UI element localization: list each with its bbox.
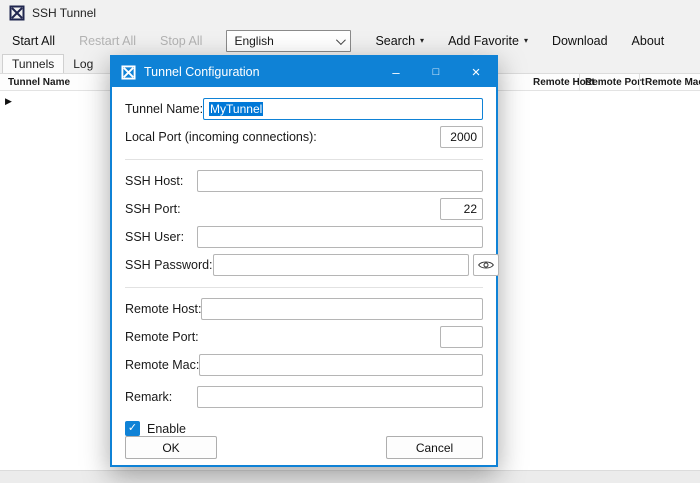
enable-checkbox[interactable]: ✓ [125,421,140,436]
close-button[interactable]: × [456,57,496,87]
remark-label: Remark: [125,390,173,404]
dialog-window-controls: – □ × [376,57,496,87]
remark-input[interactable] [197,386,483,408]
search-label: Search [375,34,416,48]
local-port-row: Local Port (incoming connections): [125,126,483,148]
remote-mac-row: Remote Mac: [125,354,483,376]
tunnel-name-row: Tunnel Name: MyTunnel [125,98,483,120]
ssh-password-label: SSH Password: [125,258,213,272]
remark-row: Remark: [125,386,483,408]
ssh-host-label: SSH Host: [125,174,184,188]
remote-host-input[interactable] [201,298,483,320]
tunnel-configuration-dialog: Tunnel Configuration – □ × Tunnel Name: … [110,55,499,467]
local-port-label: Local Port (incoming connections): [125,130,317,144]
stop-all-button[interactable]: Stop All [160,34,202,48]
ssh-port-row: SSH Port: [125,198,483,220]
remote-port-row: Remote Port: [125,326,483,348]
tab-log[interactable]: Log [64,55,102,73]
language-select[interactable]: English [226,30,352,52]
section-divider [125,159,483,160]
enable-label: Enable [147,421,186,436]
app-icon [9,5,25,21]
ssh-password-input[interactable] [212,254,469,276]
show-password-button[interactable] [472,254,499,276]
language-selected-value: English [234,34,274,48]
dialog-titlebar[interactable]: Tunnel Configuration – □ × [112,57,496,87]
tab-tunnels[interactable]: Tunnels [2,54,65,73]
tunnel-name-label: Tunnel Name: [125,102,204,116]
caret-down-icon: ▾ [420,36,425,45]
download-button[interactable]: Download [552,34,608,48]
check-icon: ✓ [127,422,138,434]
restart-all-button[interactable]: Restart All [79,34,136,48]
local-port-input[interactable] [440,126,483,148]
search-menu-button[interactable]: Search ▾ [375,34,424,48]
column-divider [639,74,640,91]
cancel-button[interactable]: Cancel [386,436,483,459]
ssh-host-input[interactable] [197,170,483,192]
column-header-remote-port[interactable]: Remote Port [585,77,644,88]
add-favorite-label: Add Favorite [448,34,519,48]
column-header-remote-mac[interactable]: Remote Mac [645,77,700,88]
dialog-app-icon [121,64,136,80]
maximize-button[interactable]: □ [416,57,456,87]
start-all-button[interactable]: Start All [12,34,55,48]
column-header-tunnel-name[interactable]: Tunnel Name [8,77,70,88]
enable-row: ✓ Enable [125,421,483,436]
remote-mac-input[interactable] [199,354,483,376]
remote-port-input[interactable] [440,326,483,348]
ssh-user-label: SSH User: [125,230,185,244]
tunnel-name-input[interactable]: MyTunnel [203,98,483,120]
ssh-password-group [212,254,499,276]
about-button[interactable]: About [632,34,665,48]
chevron-down-icon [336,34,347,45]
selected-text: MyTunnel [209,102,264,116]
ok-button[interactable]: OK [125,436,217,459]
ssh-user-row: SSH User: [125,226,483,248]
ssh-port-input[interactable] [440,198,483,220]
remote-host-row: Remote Host: [125,298,483,320]
toolbar: Start All Restart All Stop All English S… [0,26,700,56]
ssh-host-row: SSH Host: [125,170,483,192]
window-title: SSH Tunnel [32,6,97,20]
status-bar [0,470,700,483]
current-row-indicator-icon: ▶ [5,96,12,106]
section-divider [125,287,483,288]
window-titlebar: SSH Tunnel [0,0,700,26]
remote-port-label: Remote Port: [125,330,199,344]
dialog-button-row: OK Cancel [125,436,483,459]
ssh-user-input[interactable] [197,226,483,248]
add-favorite-menu-button[interactable]: Add Favorite ▾ [448,34,528,48]
ssh-port-label: SSH Port: [125,202,181,216]
caret-down-icon: ▾ [523,36,528,45]
dialog-title: Tunnel Configuration [144,65,260,79]
remote-host-label: Remote Host: [125,302,202,316]
ssh-password-row: SSH Password: [125,254,499,276]
minimize-button[interactable]: – [376,57,416,87]
eye-icon [477,259,494,271]
column-divider [579,74,580,91]
remote-mac-label: Remote Mac: [125,358,200,372]
dialog-body: Tunnel Name: MyTunnel Local Port (incomi… [112,87,499,471]
